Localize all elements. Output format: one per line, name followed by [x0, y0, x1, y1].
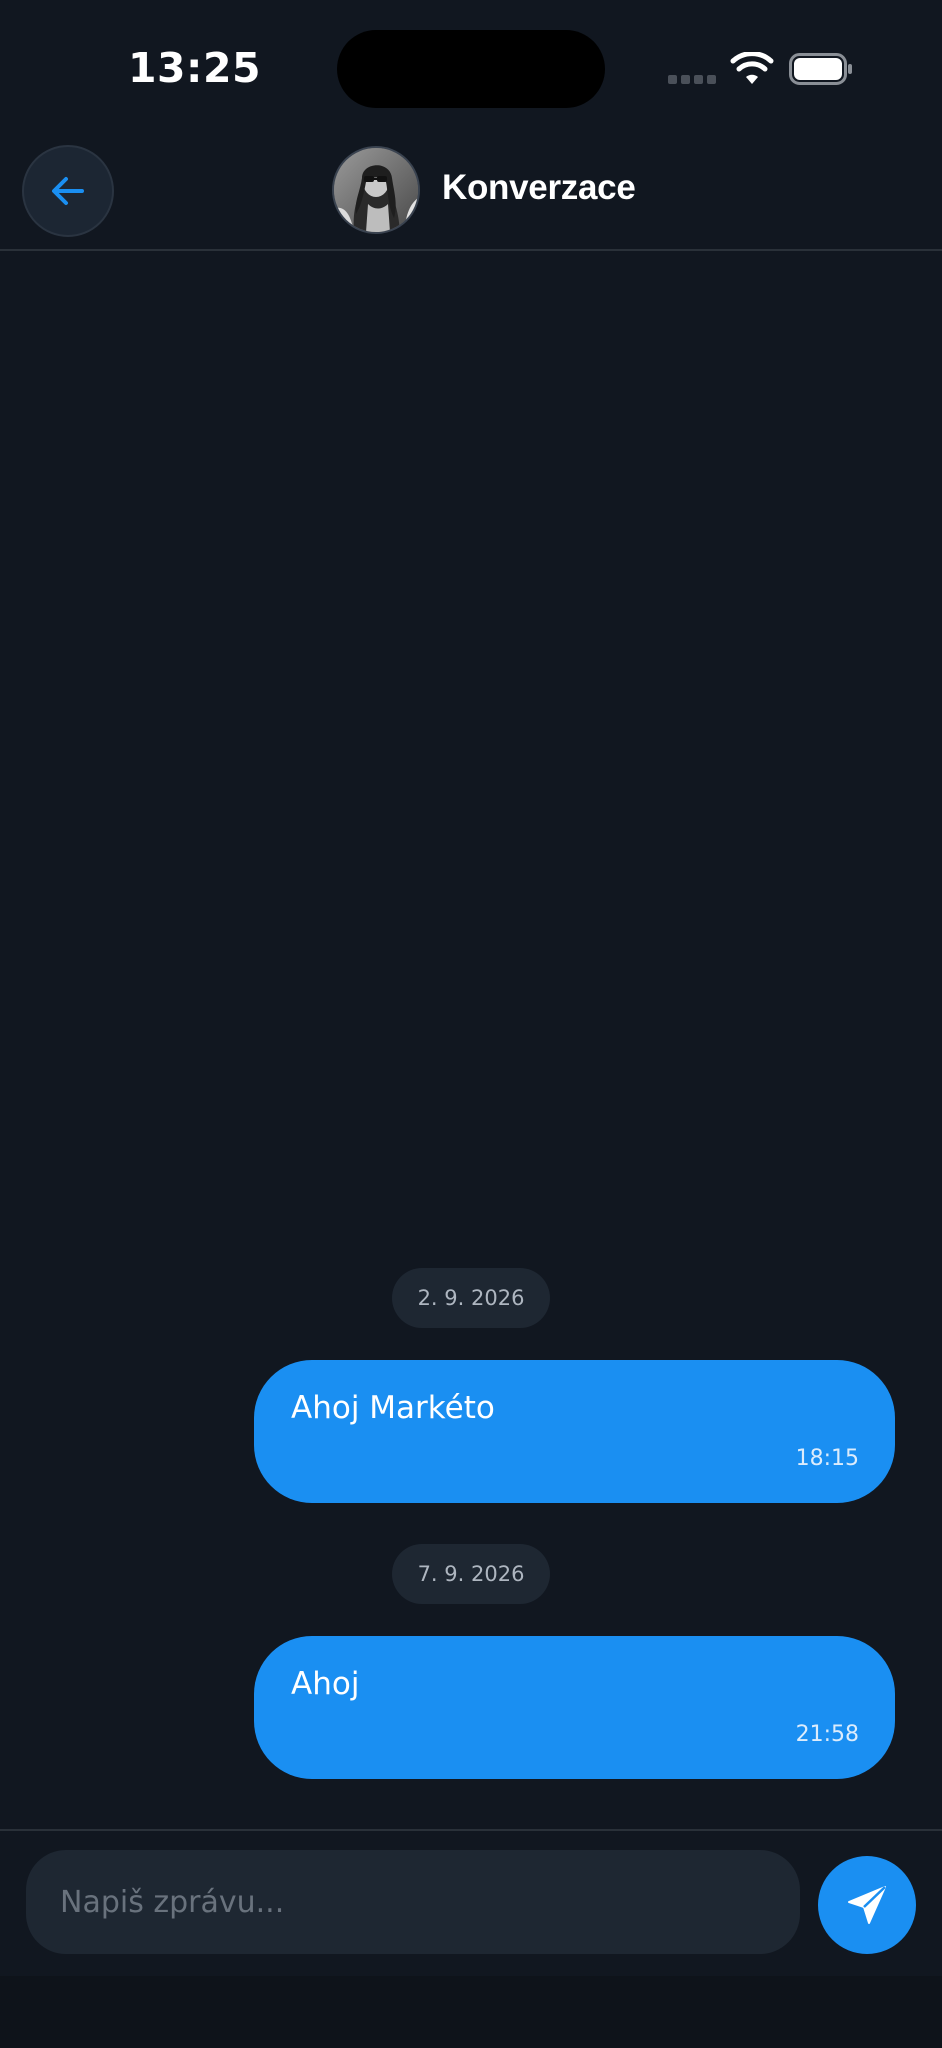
contact-avatar[interactable]	[332, 146, 420, 234]
date-separator: 2. 9. 2026	[392, 1268, 550, 1328]
header-divider	[0, 249, 942, 251]
send-icon	[848, 1886, 886, 1924]
arrow-left-icon	[52, 177, 84, 205]
message-bubble-outgoing[interactable]: Ahoj Markéto 18:15	[254, 1360, 895, 1503]
message-time: 18:15	[795, 1446, 859, 1471]
home-indicator-area	[0, 1976, 942, 2048]
back-button[interactable]	[22, 145, 114, 237]
message-bubble-outgoing[interactable]: Ahoj 21:58	[254, 1636, 895, 1779]
message-text: Ahoj Markéto	[291, 1390, 495, 1426]
chat-screen: 13:25 Konverzace 2. 9. 2026 Ahoj Markéto…	[0, 0, 942, 2048]
wifi-icon	[730, 52, 774, 84]
status-time: 13:25	[128, 44, 262, 92]
battery-icon	[789, 53, 852, 85]
dynamic-island	[337, 30, 605, 108]
message-text: Ahoj	[291, 1666, 360, 1702]
page-title: Konverzace	[442, 168, 636, 207]
cellular-signal-icon	[668, 75, 716, 84]
message-time: 21:58	[795, 1722, 859, 1747]
message-input[interactable]	[26, 1850, 800, 1954]
send-button[interactable]	[818, 1856, 916, 1954]
date-separator: 7. 9. 2026	[392, 1544, 550, 1604]
avatar-photo	[334, 148, 418, 232]
